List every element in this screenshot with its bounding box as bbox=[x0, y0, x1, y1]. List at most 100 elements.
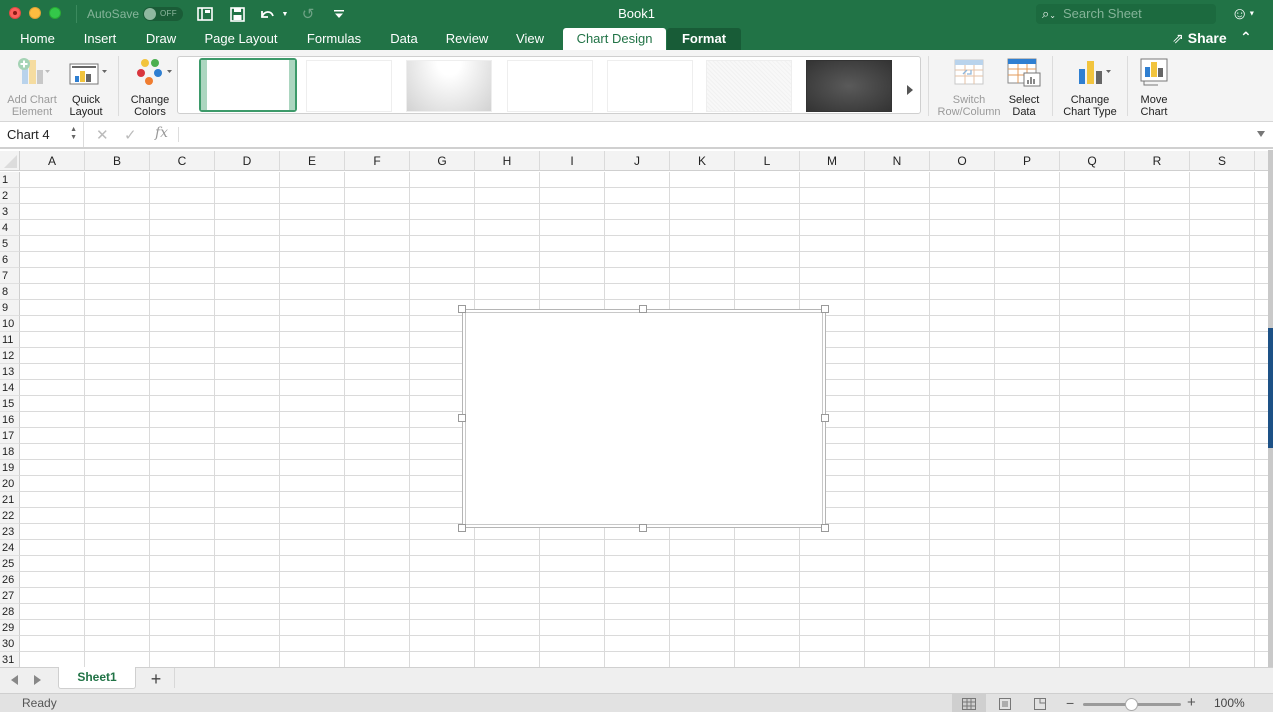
share-button[interactable]: ⇗ Share bbox=[1172, 30, 1227, 47]
sidebar-toggle-icon[interactable] bbox=[196, 5, 214, 23]
column-header-s[interactable]: S bbox=[1190, 151, 1255, 171]
feedback-smiley-icon[interactable]: ☺▼ bbox=[1231, 4, 1261, 24]
resize-handle-right[interactable] bbox=[821, 414, 829, 422]
change-chart-type-button[interactable]: Change Chart Type bbox=[1058, 56, 1122, 118]
row-header-29[interactable]: 29 bbox=[0, 620, 20, 636]
scrollbar-thumb[interactable] bbox=[1268, 328, 1273, 448]
row-header-1[interactable]: 1 bbox=[0, 172, 20, 188]
row-header-11[interactable]: 11 bbox=[0, 332, 20, 348]
row-header-27[interactable]: 27 bbox=[0, 588, 20, 604]
row-header-5[interactable]: 5 bbox=[0, 236, 20, 252]
resize-handle-top-right[interactable] bbox=[821, 305, 829, 313]
column-header-b[interactable]: B bbox=[85, 151, 150, 171]
column-header-i[interactable]: I bbox=[540, 151, 605, 171]
resize-handle-bottom-right[interactable] bbox=[821, 524, 829, 532]
search-sheet-input[interactable]: ⌕⌄ Search Sheet bbox=[1036, 4, 1216, 24]
column-header-g[interactable]: G bbox=[410, 151, 475, 171]
normal-view-button[interactable] bbox=[952, 694, 986, 712]
previous-sheet-icon[interactable] bbox=[11, 675, 18, 685]
chart-style-2[interactable] bbox=[306, 60, 392, 112]
row-header-26[interactable]: 26 bbox=[0, 572, 20, 588]
select-all-button[interactable] bbox=[0, 151, 20, 171]
row-header-23[interactable]: 23 bbox=[0, 524, 20, 540]
row-header-12[interactable]: 12 bbox=[0, 348, 20, 364]
row-header-30[interactable]: 30 bbox=[0, 636, 20, 652]
row-header-7[interactable]: 7 bbox=[0, 268, 20, 284]
tab-formulas[interactable]: Formulas bbox=[298, 28, 370, 50]
chart-style-7[interactable] bbox=[806, 60, 892, 112]
quick-layout-button[interactable]: Quick Layout bbox=[64, 56, 108, 118]
change-colors-button[interactable]: Change Colors bbox=[125, 56, 175, 118]
switch-row-column-button[interactable]: Switch Row/Column bbox=[936, 56, 1002, 118]
undo-icon[interactable] bbox=[257, 5, 277, 23]
row-header-21[interactable]: 21 bbox=[0, 492, 20, 508]
column-header-d[interactable]: D bbox=[215, 151, 280, 171]
row-header-3[interactable]: 3 bbox=[0, 204, 20, 220]
resize-handle-bottom-left[interactable] bbox=[458, 524, 466, 532]
row-header-17[interactable]: 17 bbox=[0, 428, 20, 444]
row-header-14[interactable]: 14 bbox=[0, 380, 20, 396]
column-header-n[interactable]: N bbox=[865, 151, 930, 171]
tab-chart-design[interactable]: Chart Design bbox=[563, 28, 666, 50]
row-header-8[interactable]: 8 bbox=[0, 284, 20, 300]
chart-object[interactable] bbox=[462, 309, 826, 528]
zoom-in-button[interactable]: + bbox=[1187, 694, 1196, 711]
name-box-stepper-icon[interactable]: ▲ ▼ bbox=[70, 126, 77, 142]
tab-home[interactable]: Home bbox=[10, 28, 65, 50]
row-header-6[interactable]: 6 bbox=[0, 252, 20, 268]
chart-style-1[interactable] bbox=[199, 58, 297, 112]
expand-formula-bar-icon[interactable] bbox=[1257, 131, 1265, 137]
tab-insert[interactable]: Insert bbox=[74, 28, 126, 50]
row-header-4[interactable]: 4 bbox=[0, 220, 20, 236]
chart-style-3[interactable] bbox=[406, 60, 492, 112]
zoom-out-button[interactable]: − bbox=[1066, 695, 1074, 711]
column-header-h[interactable]: H bbox=[475, 151, 540, 171]
maximize-window-button[interactable] bbox=[49, 7, 61, 19]
column-header-c[interactable]: C bbox=[150, 151, 215, 171]
tab-data[interactable]: Data bbox=[380, 28, 428, 50]
page-layout-view-button[interactable] bbox=[988, 694, 1022, 712]
name-box[interactable]: Chart 4 ▲ ▼ bbox=[0, 122, 84, 147]
minimize-window-button[interactable] bbox=[29, 7, 41, 19]
collapse-ribbon-icon[interactable]: ⌃ bbox=[1240, 29, 1252, 46]
select-data-button[interactable]: Select Data bbox=[1004, 56, 1044, 118]
add-chart-element-button[interactable]: Add Chart Element bbox=[2, 56, 62, 118]
row-header-28[interactable]: 28 bbox=[0, 604, 20, 620]
row-header-10[interactable]: 10 bbox=[0, 316, 20, 332]
row-header-18[interactable]: 18 bbox=[0, 444, 20, 460]
tab-format[interactable]: Format bbox=[667, 28, 741, 50]
chart-style-5[interactable] bbox=[607, 60, 693, 112]
resize-handle-left[interactable] bbox=[458, 414, 466, 422]
column-header-q[interactable]: Q bbox=[1060, 151, 1125, 171]
formula-input[interactable] bbox=[182, 122, 1253, 147]
chart-plot-area[interactable] bbox=[465, 312, 823, 525]
row-header-22[interactable]: 22 bbox=[0, 508, 20, 524]
column-header-partial[interactable] bbox=[1255, 151, 1268, 171]
row-header-20[interactable]: 20 bbox=[0, 476, 20, 492]
row-header-13[interactable]: 13 bbox=[0, 364, 20, 380]
move-chart-button[interactable]: Move Chart bbox=[1134, 56, 1174, 118]
column-header-o[interactable]: O bbox=[930, 151, 995, 171]
column-header-k[interactable]: K bbox=[670, 151, 735, 171]
gallery-next-arrow-icon[interactable] bbox=[907, 85, 913, 95]
column-header-l[interactable]: L bbox=[735, 151, 800, 171]
row-header-9[interactable]: 9 bbox=[0, 300, 20, 316]
column-header-m[interactable]: M bbox=[800, 151, 865, 171]
row-header-2[interactable]: 2 bbox=[0, 188, 20, 204]
row-header-16[interactable]: 16 bbox=[0, 412, 20, 428]
tab-view[interactable]: View bbox=[506, 28, 554, 50]
vertical-scrollbar[interactable] bbox=[1268, 150, 1273, 668]
undo-dropdown-icon[interactable]: ▼ bbox=[280, 5, 290, 23]
chart-style-6[interactable] bbox=[706, 60, 792, 112]
save-icon[interactable] bbox=[228, 5, 246, 23]
add-sheet-button[interactable]: + bbox=[147, 668, 165, 690]
resize-handle-top-left[interactable] bbox=[458, 305, 466, 313]
column-header-e[interactable]: E bbox=[280, 151, 345, 171]
tab-review[interactable]: Review bbox=[438, 28, 496, 50]
row-header-19[interactable]: 19 bbox=[0, 460, 20, 476]
column-header-r[interactable]: R bbox=[1125, 151, 1190, 171]
row-header-15[interactable]: 15 bbox=[0, 396, 20, 412]
column-header-p[interactable]: P bbox=[995, 151, 1060, 171]
zoom-slider-handle[interactable] bbox=[1125, 698, 1138, 711]
customize-toolbar-icon[interactable] bbox=[332, 5, 346, 23]
